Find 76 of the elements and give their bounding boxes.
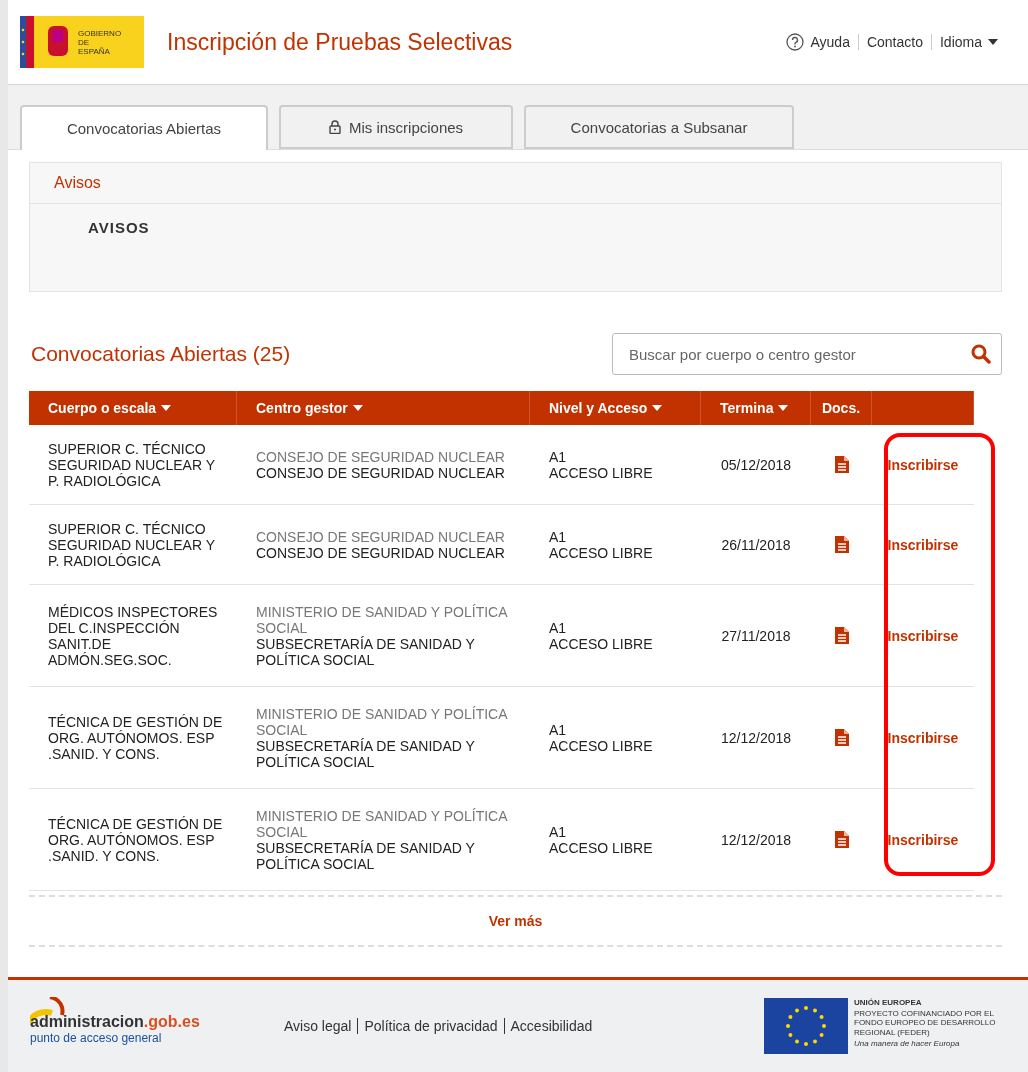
register-link[interactable]: Inscribirse [887,729,959,746]
caret-icon [352,405,363,411]
column-header[interactable]: Centro gestor [237,391,530,425]
tab[interactable]: Mis inscripciones [279,105,513,149]
register-link[interactable]: Inscribirse [887,627,959,644]
date-cell: 27/11/2018 [721,627,791,644]
footer-link[interactable]: Aviso legal [278,1018,358,1034]
level-text: A1 [549,528,567,545]
column-header[interactable]: Nivel y Acceso [530,391,701,425]
logo-tagline: punto de acceso general [30,1031,163,1045]
access-text: ACCESO LIBRE [549,464,653,481]
table-cell-text: SUPERIOR C. TÉCNICO SEGURIDAD NUCLEAR Y P. RADIOLÓGICA [48,520,216,569]
eu-flag-icon [764,998,848,1054]
unit-text: CONSEJO DE SEGURIDAD NUCLEAR [256,464,505,481]
caret-icon [988,39,998,45]
footer-link[interactable]: Accesibilidad [503,1018,599,1034]
search-bar[interactable]: Buscar por cuerpo o centro gestor [612,333,1002,375]
see-more-link[interactable]: Ver más [488,913,543,929]
register-link[interactable]: Inscribirse [887,456,959,473]
level-text: A1 [549,721,567,738]
eu-title: UNIÓN EUROPEA [854,998,923,1008]
logo-wordmark: administracion [30,1013,144,1031]
register-link[interactable]: Inscribirse [887,536,959,553]
date-cell: 26/11/2018 [721,536,791,553]
table-cell-text: SUPERIOR C. TÉCNICO SEGURIDAD NUCLEAR Y P. RADIOLÓGICA [48,440,216,489]
column-header[interactable]: Termina [701,391,811,425]
level-text: A1 [549,823,567,840]
header-link[interactable]: Ayuda [778,33,858,51]
ministry-text: MINISTERIO DE SANIDAD Y POLÍTICA SOCIAL [256,603,509,636]
ministry-text: MINISTERIO DE SANIDAD Y POLÍTICA SOCIAL [256,705,509,738]
caret-icon [778,405,789,411]
document-icon[interactable] [834,729,849,746]
caret-icon [161,405,172,411]
notices-heading: AVISOS [88,219,150,236]
help-icon [786,33,805,51]
search-icon [971,344,991,364]
unit-text: SUBSECRETARÍA DE SANIDAD Y POLÍTICA SOCIAL [256,737,476,770]
tab[interactable]: Convocatorias Abiertas [20,105,268,150]
page-title: Inscripción de Pruebas Selectivas [167,28,514,56]
eu-motto: Una manera de hacer Europa [854,1038,961,1048]
unit-text: SUBSECRETARÍA DE SANIDAD Y POLÍTICA SOCIAL [256,839,476,872]
lock-icon [328,120,341,134]
caret-icon [652,405,663,411]
access-text: ACCESO LIBRE [549,544,653,561]
column-header[interactable]: Cuerpo o escala [29,391,237,425]
footer-link[interactable]: Política de privacidad [357,1018,504,1034]
eu-text: PROYECTO COFINANCIADO POR EL FONDO EUROPEO DE DESARROLLO REGIONAL (FEDER) [854,1009,997,1037]
logo-domain: .gob.es [143,1013,200,1031]
logo-text: GOBIERNO DE ESPAÑA [78,28,122,56]
level-text: A1 [549,448,567,465]
date-cell: 05/12/2018 [720,456,792,473]
table-cell-text: TÉCNICA DE GESTIÓN DE ORG. AUTÓNOMOS. ESP .SANID. Y CONS. [48,815,224,864]
document-icon[interactable] [834,831,849,848]
access-text: ACCESO LIBRE [549,635,653,652]
ministry-text: MINISTERIO DE SANIDAD Y POLÍTICA SOCIAL [256,807,509,840]
level-text: A1 [549,619,567,636]
document-icon[interactable] [834,536,849,553]
table-cell-text: TÉCNICA DE GESTIÓN DE ORG. AUTÓNOMOS. ESP .SANID. Y CONS. [48,713,224,762]
section-title: Convocatorias Abiertas (25) [31,342,291,366]
document-icon[interactable] [834,456,849,473]
document-icon[interactable] [834,627,849,644]
tab[interactable]: Convocatorias a Subsanar [524,105,794,149]
ministry-text: CONSEJO DE SEGURIDAD NUCLEAR [256,448,505,465]
access-text: ACCESO LIBRE [549,737,653,754]
unit-text: SUBSECRETARÍA DE SANIDAD Y POLÍTICA SOCIAL [256,635,476,668]
date-cell: 12/12/2018 [720,729,792,746]
unit-text: CONSEJO DE SEGURIDAD NUCLEAR [256,544,505,561]
header-link[interactable]: Contacto [857,34,931,50]
column-header: Docs. [811,391,872,425]
register-link[interactable]: Inscribirse [887,831,959,848]
table-cell-text: MÉDICOS INSPECTORES DEL C.INSPECCIÓN SANIT.DE ADMÓN.SEG.SOC. [48,603,219,668]
date-cell: 12/12/2018 [720,831,792,848]
header-link[interactable]: Idioma [930,34,1006,50]
ministry-text: CONSEJO DE SEGURIDAD NUCLEAR [256,528,505,545]
access-text: ACCESO LIBRE [549,839,653,856]
notices-title: Avisos [54,174,101,191]
